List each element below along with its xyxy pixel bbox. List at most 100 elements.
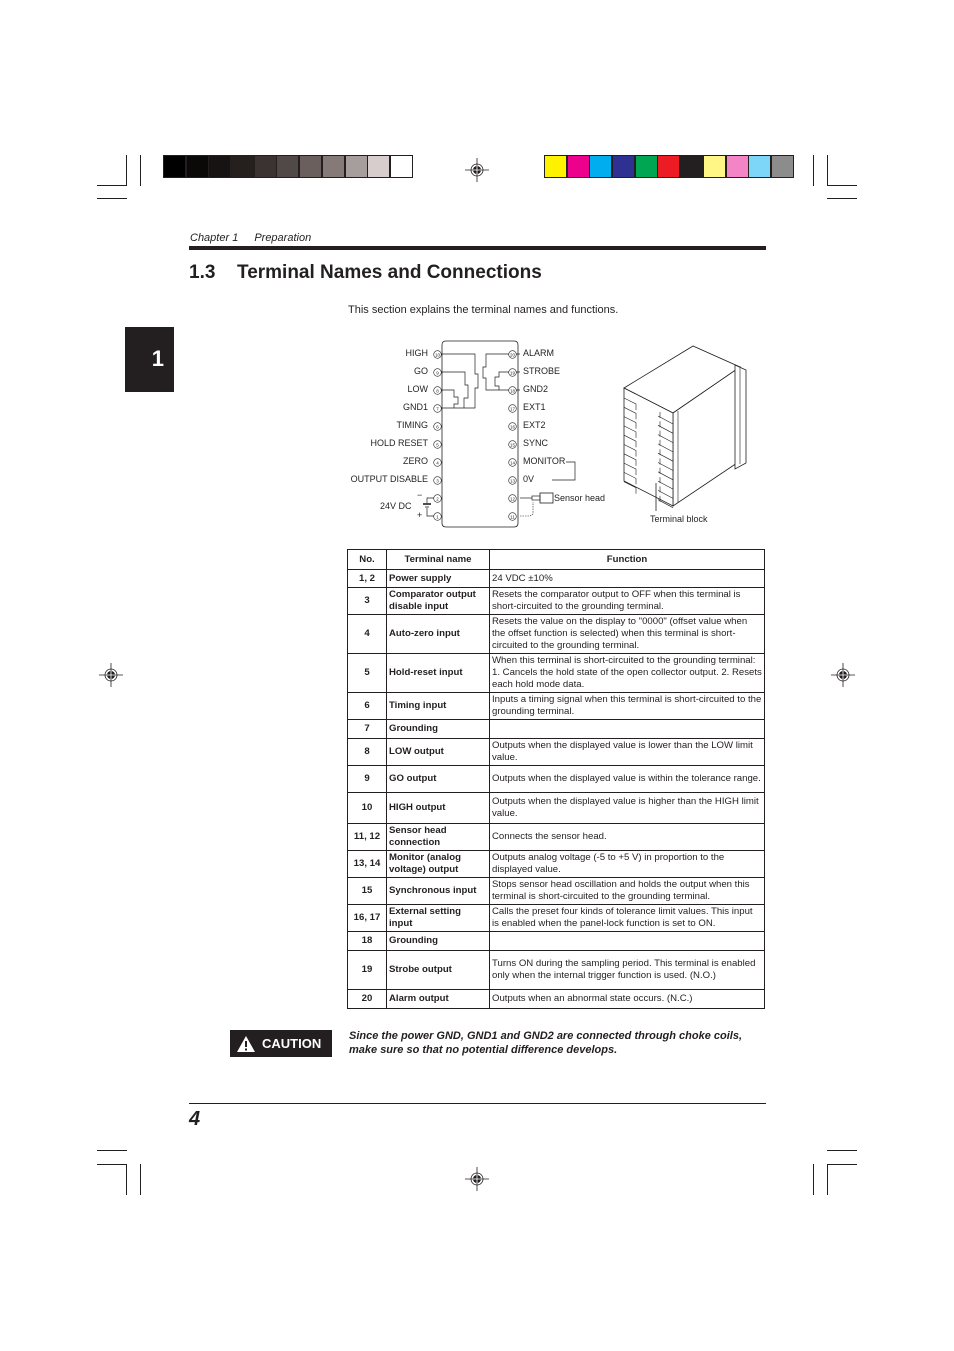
power-label: 24V DC <box>380 501 412 511</box>
table-row: 8 LOW output Outputs when the displayed va… <box>347 738 765 766</box>
table-row: 6 Timing input Inputs a timing signal when… <box>347 692 765 720</box>
terminal-screw-icon: 9 <box>432 367 442 377</box>
table-row: 13, 14 Monitor (analog voltage) output Out… <box>347 850 765 878</box>
terminal-screw-icon: 13 <box>507 475 517 485</box>
power-minus: − <box>417 490 423 500</box>
terminal-label: GO <box>413 366 428 376</box>
sensor-head-label: Sensor head <box>554 493 606 503</box>
color-swatch <box>658 156 680 177</box>
svg-text:15: 15 <box>509 442 515 447</box>
header-rule <box>189 246 766 250</box>
color-swatch <box>322 156 344 177</box>
terminal-label: LOW <box>407 384 428 394</box>
terminal-name: Strobe output <box>386 950 490 990</box>
running-header: Chapter 1 Preparation <box>190 232 311 244</box>
caution-badge: CAUTION <box>230 1030 332 1057</box>
terminal-screw-icon: 8 <box>432 385 442 395</box>
table-row: 15 Synchronous input Stops sensor head osc… <box>347 877 765 905</box>
terminal-screw-icon: 1 <box>432 511 442 521</box>
svg-text:17: 17 <box>509 406 515 411</box>
terminal-screw-icon: 15 <box>507 439 517 449</box>
crop-mark <box>813 155 814 186</box>
terminal-number: 3 <box>347 587 387 615</box>
table-row: 3 Comparator output disable input Resets t… <box>347 587 765 615</box>
terminal-screw-icon: 6 <box>432 421 442 431</box>
terminal-label: GND2 <box>523 384 549 394</box>
table-row: 1, 2 Power supply 24 VDC ±10% <box>347 569 765 588</box>
color-swatch <box>164 156 185 177</box>
terminal-screw-icon: 11 <box>507 511 517 521</box>
color-swatch <box>368 156 390 177</box>
table-row: 11, 12 Sensor head connection Connects the… <box>347 823 765 851</box>
terminal-function: When this terminal is short-circuited to… <box>489 653 765 693</box>
terminal-name: External setting input <box>386 904 490 932</box>
terminal-number: 16, 17 <box>347 904 387 932</box>
table-row: 5 Hold-reset input When this terminal is s… <box>347 653 765 693</box>
crop-mark <box>827 155 828 186</box>
crop-mark <box>126 155 127 186</box>
table-header-row: No. Terminal name Function <box>347 549 765 570</box>
caution-text-line: make sure so that no potential differenc… <box>349 1043 618 1056</box>
terminal-name: Grounding <box>386 719 490 739</box>
terminal-name: Sensor head connection <box>386 823 490 851</box>
terminal-number: 9 <box>347 765 387 793</box>
table-row: 19 Strobe output Turns ON during the sampl… <box>347 950 765 990</box>
terminal-label: MONITOR <box>523 456 566 466</box>
terminal-wiring-diagram: 24V DC − + Sensor head 10 HIGH 9 GO 8 LOW 7 GND… <box>340 340 620 530</box>
svg-text:18: 18 <box>509 388 515 393</box>
color-swatch <box>726 156 748 177</box>
caution-text: Since the power GND, GND1 and GND2 are c… <box>349 1030 769 1057</box>
svg-text:13: 13 <box>509 478 515 483</box>
crop-mark <box>827 1164 857 1165</box>
terminal-label: SYNC <box>523 438 549 448</box>
terminal-function: Resets the value on the display to "0000… <box>489 614 765 654</box>
terminal-function: Calls the preset four kinds of tolerance… <box>489 904 765 932</box>
chapter-tab-number: 1 <box>151 346 164 371</box>
table-row: 10 HIGH output Outputs when the displayed … <box>347 792 765 824</box>
color-calibration-bar <box>544 155 794 178</box>
chapter-number: Chapter 1 <box>190 232 239 244</box>
terminal-screw-icon: 20 <box>507 349 517 359</box>
svg-text:14: 14 <box>509 460 515 465</box>
crop-mark <box>126 1164 127 1195</box>
crop-mark <box>827 1164 828 1195</box>
color-swatch <box>681 156 703 177</box>
color-swatch <box>209 156 231 177</box>
table-row: 16, 17 External setting input Calls the pr… <box>347 904 765 932</box>
terminal-number: 4 <box>347 614 387 654</box>
terminal-function: Outputs when the displayed value is lowe… <box>489 738 765 766</box>
terminal-screw-icon: 19 <box>507 367 517 377</box>
warning-triangle-icon <box>237 1035 255 1052</box>
terminal-name: GO output <box>386 765 490 793</box>
terminal-function: Outputs when the displayed value is with… <box>489 765 765 793</box>
crop-mark <box>97 185 127 186</box>
terminal-label: OUTPUT DISABLE <box>350 474 428 484</box>
terminal-screw-icon: 4 <box>432 457 442 467</box>
terminal-number: 19 <box>347 950 387 990</box>
svg-text:20: 20 <box>509 352 515 357</box>
terminal-name: Power supply <box>386 569 490 588</box>
terminal-label: EXT2 <box>523 420 546 430</box>
terminal-number: 20 <box>347 989 387 1009</box>
section-intro: This section explains the terminal names… <box>348 304 619 316</box>
registration-mark-icon <box>465 1167 489 1191</box>
terminal-number: 8 <box>347 738 387 766</box>
registration-mark-icon <box>831 663 855 687</box>
section-heading: Terminal Names and Connections <box>237 262 542 283</box>
svg-text:12: 12 <box>509 496 515 501</box>
table-row: 4 Auto-zero input Resets the value on the … <box>347 614 765 654</box>
crop-mark <box>827 1150 857 1151</box>
table-row: 9 GO output Outputs when the displayed val… <box>347 765 765 793</box>
terminal-name: Grounding <box>386 931 490 951</box>
svg-text:11: 11 <box>510 514 515 519</box>
terminal-screw-icon: 14 <box>507 457 517 467</box>
terminal-name: Timing input <box>386 692 490 720</box>
terminal-number: 10 <box>347 792 387 824</box>
terminal-number: 11, 12 <box>347 823 387 851</box>
color-swatch <box>345 156 367 177</box>
crop-mark <box>140 1164 141 1195</box>
chapter-title: Preparation <box>254 232 312 244</box>
footer-rule <box>189 1103 766 1104</box>
terminal-function: Outputs when an abnormal state occurs. (… <box>489 989 765 1009</box>
terminal-label: HIGH <box>405 348 429 358</box>
